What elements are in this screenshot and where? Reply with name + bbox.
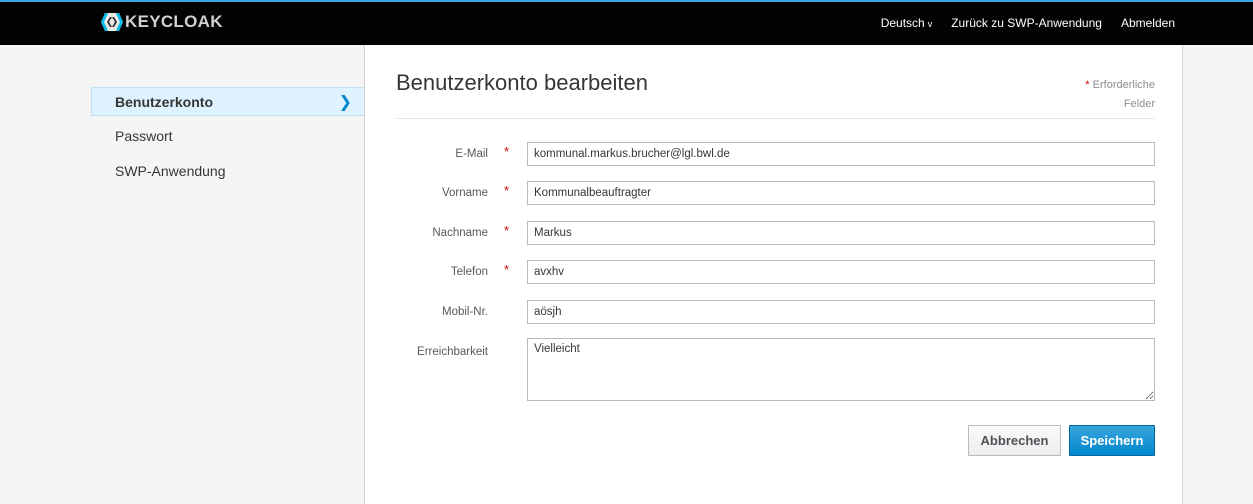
sidebar: Benutzerkonto ❯ Passwort SWP-Anwendung xyxy=(91,87,364,192)
phone-field[interactable] xyxy=(527,260,1155,284)
availability-row: Erreichbarkeit Vielleicht xyxy=(380,338,1155,402)
keycloak-logo: KEYCLOAK xyxy=(100,11,223,33)
header-nav: Deutsch v Zurück zu SWP-Anwendung Abmelde… xyxy=(881,16,1175,30)
availability-label: Erreichbarkeit xyxy=(417,346,488,358)
phone-row: Telefon * xyxy=(380,260,1155,286)
save-button[interactable]: Speichern xyxy=(1069,425,1155,456)
cancel-button[interactable]: Abbrechen xyxy=(968,425,1061,456)
logout-link[interactable]: Abmelden xyxy=(1121,16,1175,30)
lastname-label: Nachname xyxy=(432,227,488,239)
logo-text: KEYCLOAK xyxy=(125,12,223,31)
language-label: Deutsch xyxy=(880,16,925,30)
required-fields-note: * Erforderliche Felder xyxy=(1065,76,1155,114)
divider xyxy=(396,118,1155,119)
firstname-field[interactable] xyxy=(527,181,1155,205)
firstname-label: Vorname xyxy=(441,187,488,199)
email-label: E-Mail xyxy=(455,148,488,160)
email-field[interactable] xyxy=(527,142,1155,166)
required-note-line1: Erforderliche xyxy=(1092,79,1155,91)
sidebar-item-label: SWP-Anwendung xyxy=(115,163,226,179)
required-star: * xyxy=(1085,79,1090,91)
chevron-down-icon: v xyxy=(927,19,933,29)
language-dropdown[interactable]: Deutsch v xyxy=(881,16,933,30)
sidebar-item-password[interactable]: Passwort xyxy=(91,122,364,151)
mobile-label: Mobil-Nr. xyxy=(441,306,488,318)
required-star: * xyxy=(504,223,510,238)
sidebar-item-account[interactable]: Benutzerkonto ❯ xyxy=(91,87,364,116)
required-note-line2: Felder xyxy=(1123,98,1155,110)
chevron-right-icon: ❯ xyxy=(338,94,352,111)
phone-label: Telefon xyxy=(450,266,488,278)
lastname-field[interactable] xyxy=(527,221,1155,245)
email-row: E-Mail * xyxy=(380,142,1155,168)
required-star: * xyxy=(504,262,510,277)
page-title: Benutzerkonto bearbeiten xyxy=(396,70,648,95)
availability-textarea[interactable]: Vielleicht xyxy=(527,338,1155,401)
sidebar-item-label: Benutzerkonto xyxy=(115,94,213,110)
lastname-row: Nachname * xyxy=(380,221,1155,247)
sidebar-item-swp-app[interactable]: SWP-Anwendung xyxy=(91,157,364,186)
required-star: * xyxy=(504,144,510,159)
mobile-row: Mobil-Nr. xyxy=(380,300,1155,326)
keycloak-logo-icon xyxy=(101,13,123,31)
back-to-app-link[interactable]: Zurück zu SWP-Anwendung xyxy=(951,16,1102,30)
sidebar-item-label: Passwort xyxy=(115,128,173,144)
mobile-field[interactable] xyxy=(527,300,1155,324)
firstname-row: Vorname * xyxy=(380,181,1155,207)
required-star: * xyxy=(504,183,510,198)
top-navbar: KEYCLOAK Deutsch v Zurück zu SWP-Anwendun… xyxy=(0,0,1253,45)
